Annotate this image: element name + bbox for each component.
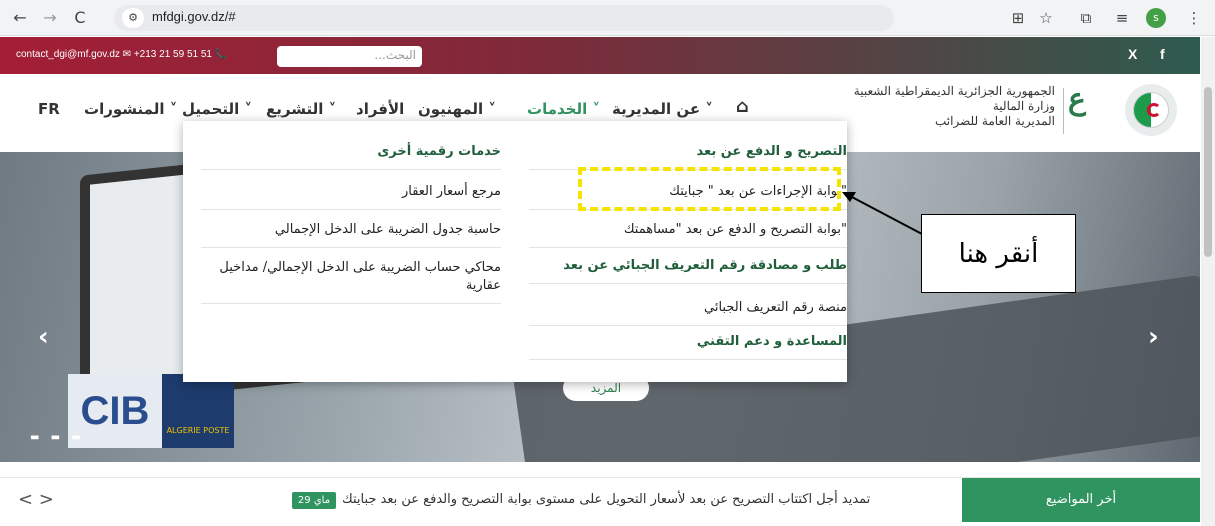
news-date-badge: 29 ماي [292,492,336,509]
dd-other-services-header[interactable]: خدمات رقمية أخرى [201,143,501,170]
contact-info: contact_dgi@mf.gov.dz ✉ +213 21 59 51 51… [16,49,228,60]
browser-toolbar: ← → C ⚙ mfdgi.gov.dz/# ⊞ ☆ ⧉ ≡ s ⋮ [0,0,1215,36]
dropdown-right-col: التصريح و الدفع عن بعد "بوابة الإجراءات … [529,121,847,382]
bookmark-star-icon[interactable]: ☆ [1034,6,1058,30]
nav-professionals[interactable]: المهنيون ˅ [418,100,496,118]
algerie-poste-logo: ALGERIE POSTE [162,374,234,448]
address-bar[interactable]: ⚙ mfdgi.gov.dz/# [114,5,894,31]
page-scrollbar[interactable] [1201,37,1215,526]
top-contact-bar: contact_dgi@mf.gov.dz ✉ +213 21 59 51 51… [0,37,1200,74]
profile-avatar[interactable]: s [1146,8,1166,28]
site-info-icon[interactable]: ⚙ [122,8,144,28]
slider-next-icon[interactable]: › [1148,322,1159,352]
nav-publications[interactable]: المنشورات ˅ [84,100,177,118]
home-icon[interactable]: ⌂ [736,96,749,117]
dd-irg-simulator[interactable]: محاكي حساب الضريبة على الدخل الإجمالي/ م… [201,259,501,304]
dd-nif-platform[interactable]: منصة رقم التعريف الجبائي [529,299,847,326]
scrollbar-thumb[interactable] [1204,87,1212,257]
more-menu-icon[interactable]: ⋮ [1182,6,1206,30]
dgi-emblem-logo: ع [1068,82,1086,117]
forward-icon[interactable]: → [38,6,62,30]
nav-legislation[interactable]: التشريع ˅ [266,100,336,118]
translate-icon[interactable]: ⊞ [1006,6,1030,30]
pointer-arrow-icon [842,192,923,235]
org-line-3: المديرية العامة للضرائب [935,114,1055,128]
services-dropdown: التصريح و الدفع عن بعد "بوابة الإجراءات … [183,121,847,382]
slider-prev-icon[interactable]: ‹ [38,322,49,352]
x-icon[interactable]: X [1128,46,1137,62]
dd-nif-request-header[interactable]: طلب و مصادقة رقم التعريف الجبائي عن بعد [529,257,847,284]
dd-irg-calculator[interactable]: حاسبة جدول الضريبة على الدخل الإجمالي [201,221,501,248]
latest-topics-label: أخر المواضيع [962,478,1200,522]
url-text: mfdgi.gov.dz/# [152,9,236,24]
dd-support[interactable]: المساعدة و دعم التقني [529,333,847,360]
lang-switch[interactable]: FR [38,100,60,118]
search-input[interactable]: البحث... [277,46,422,67]
algeria-flag-logo[interactable] [1125,84,1177,136]
org-title: الجمهورية الجزائرية الديمقراطية الشعبية … [854,84,1055,129]
news-headline[interactable]: تمديد أجل اكتتاب التصريح عن بعد لأسعار ا… [342,492,870,507]
nav-downloads[interactable]: التحميل ˅ [182,100,252,118]
slider-dots[interactable]: ▬ ▬ ▬ [30,432,85,443]
dd-mousahamatic-portal[interactable]: "بوابة التصريح و الدفع عن بعد "مساهمتك [529,221,847,248]
highlight-box [578,167,841,211]
nav-services[interactable]: الخدمات ˅ [527,100,600,118]
org-line-2: وزارة المالية [992,99,1055,113]
dropdown-left-col: خدمات رقمية أخرى مرجع أسعار العقار حاسبة… [201,121,501,382]
nav-about[interactable]: عن المديرية ˅ [612,100,713,118]
extensions-icon[interactable]: ⧉ [1074,6,1098,30]
flag-icon [1133,92,1169,128]
org-line-1: الجمهورية الجزائرية الديمقراطية الشعبية [853,84,1055,98]
facebook-icon[interactable]: f [1160,46,1165,62]
news-ticker: < > 29 ماي تمديد أجل اكتتاب التصريح عن ب… [0,477,1200,522]
dd-e-declaration-header[interactable]: التصريح و الدفع عن بعد [529,143,847,170]
dd-real-estate-prices[interactable]: مرجع أسعار العقار [201,183,501,210]
nav-individuals[interactable]: الأفراد [356,100,404,118]
reload-icon[interactable]: C [68,6,92,30]
ticker-arrows-icon[interactable]: < > [18,489,54,510]
reading-list-icon[interactable]: ≡ [1110,6,1134,30]
back-icon[interactable]: ← [8,6,32,30]
logo-divider [1063,88,1064,134]
crescent-icon [1147,103,1161,117]
click-here-callout: أنقر هنا [921,214,1076,293]
